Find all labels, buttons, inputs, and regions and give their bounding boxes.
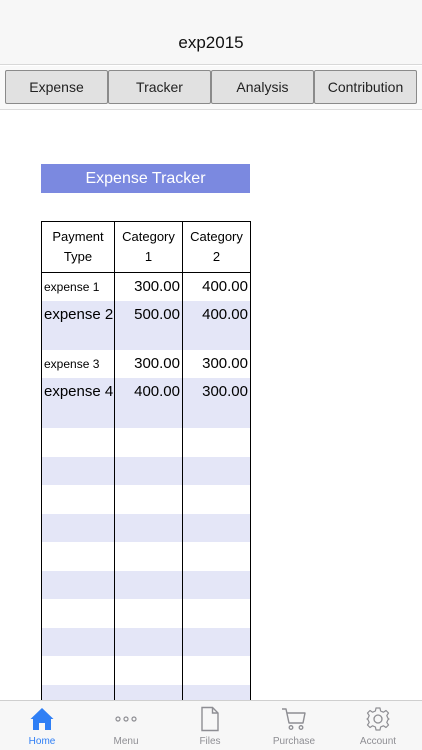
category-1-cell[interactable]: 300.00 [115, 350, 182, 378]
table-row[interactable]: expense 3 300.00 300.00 [42, 350, 250, 378]
header-text: Type [63, 249, 93, 264]
gear-icon [366, 707, 390, 731]
table-row[interactable]: expense 4 400.00 300.00 [42, 378, 250, 428]
header-text: 2 [212, 249, 221, 264]
more-icon [115, 716, 137, 722]
category-2-cell[interactable]: 300.00 [183, 378, 250, 428]
tab-tracker[interactable]: Tracker [108, 70, 211, 104]
home-icon [30, 708, 54, 730]
category-2-cell[interactable]: 400.00 [183, 273, 250, 301]
empty-table-row[interactable] [42, 457, 250, 485]
header-text: 1 [144, 249, 153, 264]
header-text: Payment [52, 229, 104, 244]
column-divider [182, 222, 183, 709]
payment-type-cell[interactable]: expense 4 [42, 378, 114, 428]
expense-table: Payment Type Category 1 Category 2 expen… [41, 221, 251, 710]
category-2-cell[interactable]: 300.00 [183, 350, 250, 378]
nav-label: Menu [113, 736, 139, 747]
nav-label: Home [28, 736, 56, 747]
bottom-tab-bar: Home Menu Files Purchase Account [0, 700, 422, 750]
category-2-cell[interactable]: 400.00 [183, 301, 250, 350]
tab-contribution[interactable]: Contribution [314, 70, 417, 104]
table-row[interactable]: expense 1 300.00 400.00 [42, 273, 250, 301]
table-row[interactable]: expense 2 500.00 400.00 [42, 301, 250, 350]
tab-bar: Expense Tracker Analysis Contribution [0, 66, 422, 110]
nav-purchase[interactable]: Purchase [252, 701, 336, 750]
tab-expense[interactable]: Expense [5, 70, 108, 104]
column-header-category-1: Category 1 [115, 222, 182, 272]
nav-menu[interactable]: Menu [84, 701, 168, 750]
section-title: Expense Tracker [41, 164, 250, 193]
empty-table-row[interactable] [42, 599, 250, 628]
empty-table-row[interactable] [42, 628, 250, 656]
empty-table-row[interactable] [42, 514, 250, 542]
payment-type-cell[interactable]: expense 3 [42, 350, 114, 378]
empty-table-row[interactable] [42, 656, 250, 685]
nav-label: Files [199, 736, 221, 747]
table-header-row: Payment Type Category 1 Category 2 [42, 222, 250, 272]
column-header-payment-type: Payment Type [42, 222, 114, 272]
nav-account[interactable]: Account [336, 701, 420, 750]
category-1-cell[interactable]: 500.00 [115, 301, 182, 350]
cart-icon [282, 708, 306, 730]
nav-files[interactable]: Files [168, 701, 252, 750]
file-icon [201, 706, 219, 732]
payment-type-cell[interactable]: expense 1 [42, 273, 114, 301]
column-header-category-2: Category 2 [183, 222, 250, 272]
category-1-cell[interactable]: 300.00 [115, 273, 182, 301]
empty-table-row[interactable] [42, 485, 250, 514]
category-1-cell[interactable]: 400.00 [115, 378, 182, 428]
header-text: Category [122, 229, 175, 244]
empty-table-row[interactable] [42, 571, 250, 599]
navigation-header: exp2015 [0, 0, 422, 65]
column-divider [114, 222, 115, 709]
payment-type-cell[interactable]: expense 2 [42, 301, 114, 350]
empty-table-row[interactable] [42, 542, 250, 571]
empty-table-row[interactable] [42, 428, 250, 457]
nav-home[interactable]: Home [0, 701, 84, 750]
page-title: exp2015 [178, 33, 244, 52]
header-text: Category [190, 229, 243, 244]
tab-analysis[interactable]: Analysis [211, 70, 314, 104]
nav-label: Account [359, 736, 397, 747]
nav-label: Purchase [272, 736, 316, 747]
